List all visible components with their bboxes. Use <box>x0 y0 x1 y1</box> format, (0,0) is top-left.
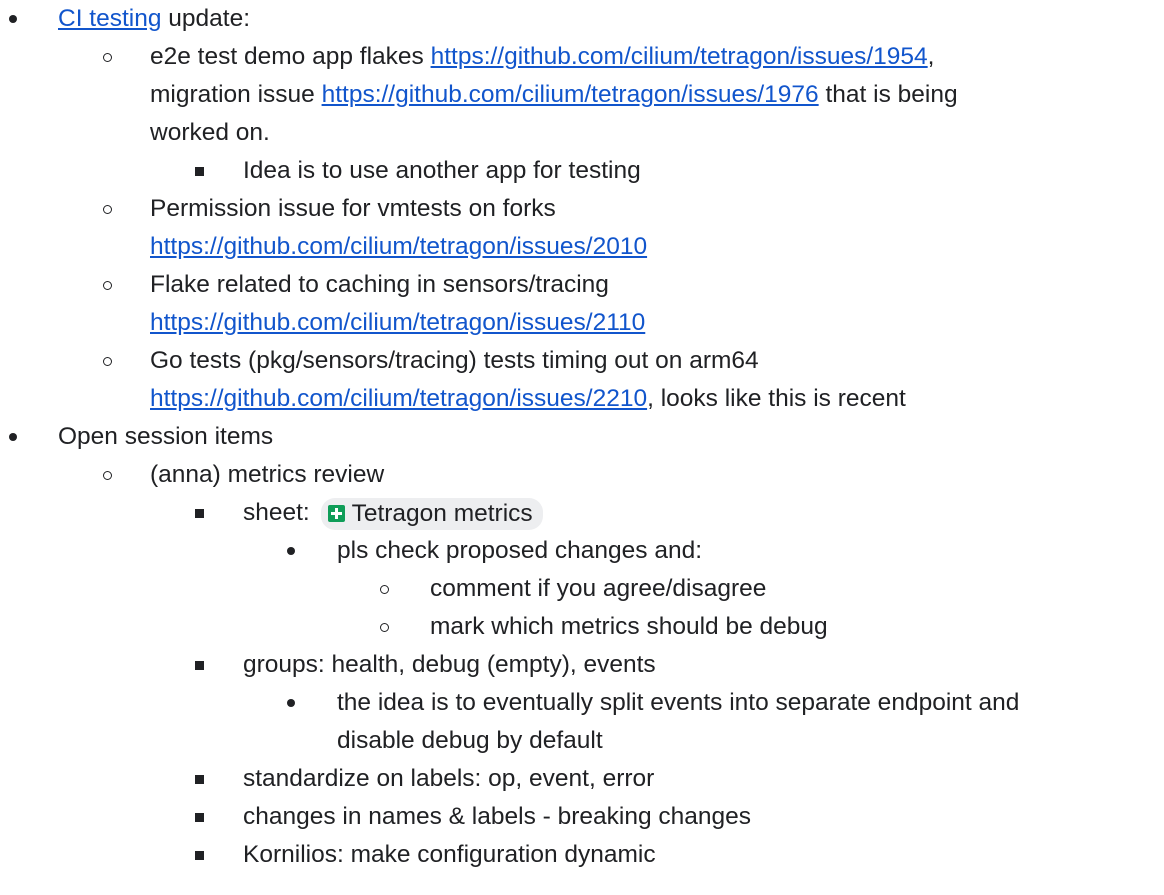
square-bullet <box>189 798 209 836</box>
list-item-e2e-flakes: e2e test demo app flakes https://github.… <box>0 38 1164 152</box>
disc-bullet <box>281 532 301 570</box>
square-bullet <box>189 836 209 874</box>
list-item-open-session: Open session items <box>0 418 1164 456</box>
ci-update-text: update: <box>161 5 251 32</box>
comma-text: , <box>927 43 935 70</box>
list-item-breaking-changes: changes in names & labels - breaking cha… <box>0 798 1164 836</box>
list-item-metrics-review: (anna) metrics review <box>0 456 1164 494</box>
migration-text: migration issue <box>150 81 322 108</box>
go-tests-text: Go tests (pkg/sensors/tracing) tests tim… <box>150 347 759 374</box>
document-body: CI testing update: e2e test demo app fla… <box>0 0 1164 874</box>
groups-text: groups: health, debug (empty), events <box>243 651 656 678</box>
square-bullet <box>189 152 209 190</box>
ci-testing-link[interactable]: CI testing <box>58 5 162 32</box>
split-events-line1: the idea is to eventually split events i… <box>337 689 1020 716</box>
square-bullet <box>189 646 209 684</box>
comment-text: comment if you agree/disagree <box>430 575 767 602</box>
issue-1954-link[interactable]: https://github.com/cilium/tetragon/issue… <box>431 43 928 70</box>
issue-2210-link[interactable]: https://github.com/cilium/tetragon/issue… <box>150 385 647 412</box>
circle-bullet <box>97 38 117 76</box>
list-item-ci-testing: CI testing update: <box>0 0 1164 38</box>
circle-bullet <box>97 456 117 494</box>
list-item-go-tests: Go tests (pkg/sensors/tracing) tests tim… <box>0 342 1164 418</box>
standardize-text: standardize on labels: op, event, error <box>243 765 655 792</box>
kornilios-text: Kornilios: make configuration dynamic <box>243 841 656 868</box>
worked-on-text: worked on. <box>150 119 270 146</box>
list-item-permission-issue: Permission issue for vmtests on forks htt… <box>0 190 1164 266</box>
list-item-pls-check: pls check proposed changes and: <box>0 532 1164 570</box>
disc-bullet <box>281 684 301 722</box>
tetragon-metrics-chip[interactable]: Tetragon metrics <box>320 497 543 530</box>
list-item-mark-debug: mark which metrics should be debug <box>0 608 1164 646</box>
list-item-idea: Idea is to use another app for testing <box>0 152 1164 190</box>
pls-check-text: pls check proposed changes and: <box>337 537 703 564</box>
idea-text: Idea is to use another app for testing <box>243 157 641 184</box>
circle-bullet <box>374 608 394 646</box>
permission-text: Permission issue for vmtests on forks <box>150 195 556 222</box>
disc-bullet <box>3 418 23 456</box>
e2e-text: e2e test demo app flakes <box>150 43 431 70</box>
list-item-sheet: sheet: Tetragon metrics <box>0 494 1164 532</box>
google-sheets-icon <box>327 505 345 523</box>
list-item-standardize: standardize on labels: op, event, error <box>0 760 1164 798</box>
list-item-flake-caching: Flake related to caching in sensors/trac… <box>0 266 1164 342</box>
split-events-line2: disable debug by default <box>337 727 603 754</box>
list-item-comment: comment if you agree/disagree <box>0 570 1164 608</box>
flake-text: Flake related to caching in sensors/trac… <box>150 271 609 298</box>
circle-bullet <box>97 190 117 228</box>
breaking-changes-text: changes in names & labels - breaking cha… <box>243 803 752 830</box>
issue-1976-link[interactable]: https://github.com/cilium/tetragon/issue… <box>322 81 819 108</box>
circle-bullet <box>97 266 117 304</box>
issue-2010-link[interactable]: https://github.com/cilium/tetragon/issue… <box>150 233 647 260</box>
square-bullet <box>189 494 209 532</box>
square-bullet <box>189 760 209 798</box>
metrics-review-text: (anna) metrics review <box>150 461 385 488</box>
list-item-split-events: the idea is to eventually split events i… <box>0 684 1164 760</box>
being-text: that is being <box>818 81 958 108</box>
list-item-kornilios: Kornilios: make configuration dynamic <box>0 836 1164 874</box>
list-item-groups: groups: health, debug (empty), events <box>0 646 1164 684</box>
issue-2110-link[interactable]: https://github.com/cilium/tetragon/issue… <box>150 309 645 336</box>
chip-label: Tetragon metrics <box>351 499 533 527</box>
circle-bullet <box>97 342 117 380</box>
circle-bullet <box>374 570 394 608</box>
recent-text: , looks like this is recent <box>647 385 906 412</box>
disc-bullet <box>3 0 23 38</box>
open-session-text: Open session items <box>58 423 274 450</box>
mark-debug-text: mark which metrics should be debug <box>430 613 828 640</box>
sheet-label: sheet: <box>243 499 317 526</box>
